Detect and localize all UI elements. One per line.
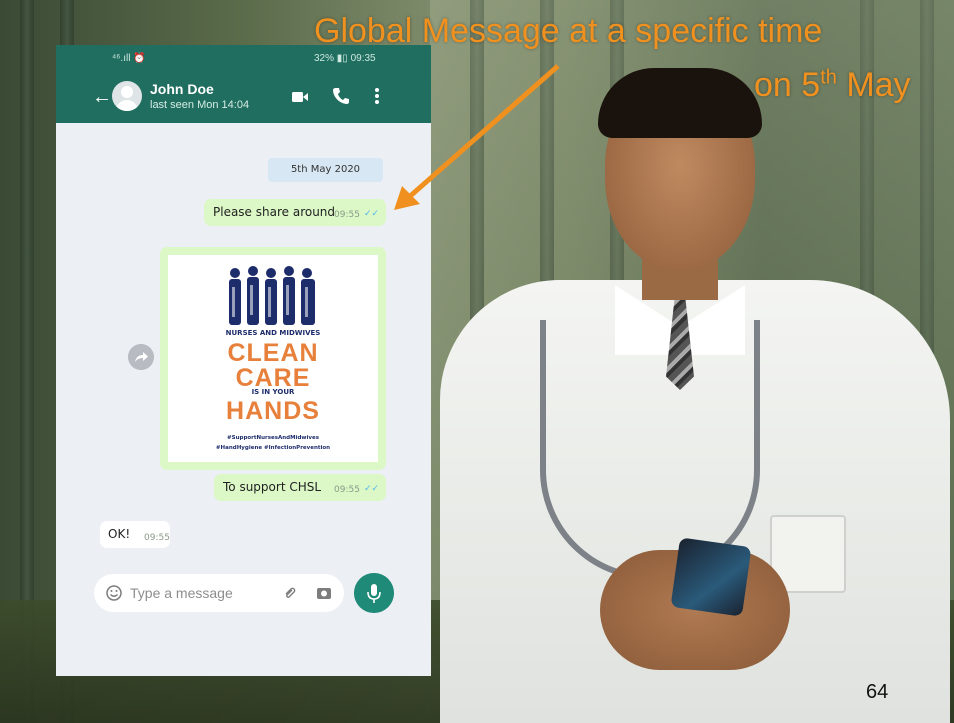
clean-care-poster-image[interactable]: NURSES AND MIDWIVES CLEAN CARE IS IN YOU… — [168, 255, 378, 462]
slide-headline: on 5th May — [754, 66, 911, 105]
camera-icon[interactable] — [316, 585, 332, 601]
read-receipt-icon: ✓✓ — [364, 484, 380, 494]
headline-ordinal: th — [820, 66, 837, 89]
video-call-icon[interactable] — [292, 91, 308, 103]
message-time: 09:55 — [334, 485, 360, 495]
poster-hashtags: #HandHygiene #InfectionPrevention — [215, 445, 331, 451]
message-input[interactable]: Type a message — [130, 585, 233, 601]
poster-is-in-your: IS IN YOUR — [251, 388, 295, 396]
contact-name[interactable]: John Doe — [150, 81, 214, 97]
smartphone — [670, 537, 752, 617]
whatsapp-screenshot: ⁴⁶.ıll ⏰ 32% ▮▯ 09:35 ← John Doe last se… — [56, 45, 431, 676]
message-time: 09:55 — [334, 210, 360, 220]
date-chip: 5th May 2020 — [268, 158, 383, 182]
read-receipt-icon: ✓✓ — [364, 209, 380, 219]
emoji-icon[interactable] — [106, 585, 122, 601]
forward-share-icon[interactable] — [128, 344, 154, 370]
message-text: To support CHSL — [223, 480, 322, 494]
mic-icon[interactable] — [354, 573, 394, 613]
message-bubble-outgoing[interactable]: To support CHSL 09:55 ✓✓ — [214, 474, 386, 501]
doctor-hair — [598, 68, 762, 138]
poster-subtitle: NURSES AND MIDWIVES — [225, 329, 321, 337]
message-bubble-outgoing[interactable]: Please share around 09:55 ✓✓ — [204, 199, 386, 226]
battery-time-status: 32% ▮▯ 09:35 — [314, 53, 376, 64]
message-bubble-incoming[interactable]: OK! 09:55 — [100, 521, 170, 548]
voice-call-icon[interactable] — [332, 87, 350, 105]
back-arrow-icon[interactable]: ← — [92, 85, 112, 109]
chat-header: ← John Doe last seen Mon 14:04 — [56, 73, 431, 123]
last-seen-status: last seen Mon 14:04 — [150, 99, 250, 111]
avatar[interactable] — [112, 81, 142, 111]
attach-icon[interactable] — [282, 585, 298, 601]
poster-hashtags: #SupportNursesAndMidwives — [227, 435, 319, 441]
message-composer[interactable]: Type a message — [94, 574, 344, 612]
page-number: 64 — [866, 681, 889, 703]
headline-month: May — [836, 66, 911, 104]
message-text: OK! — [108, 527, 131, 541]
annotation-arrow-icon — [394, 64, 560, 210]
message-time: 09:55 — [144, 533, 170, 543]
slide-headline: Global Message at a specific time — [314, 12, 823, 50]
poster-word-hands: HANDS — [226, 397, 320, 425]
signal-status: ⁴⁶.ıll ⏰ — [112, 53, 146, 64]
health-workers-illustration — [229, 266, 315, 325]
headline-date: on 5 — [754, 66, 821, 104]
message-text: Please share around — [213, 205, 336, 219]
image-message-bubble[interactable]: NURSES AND MIDWIVES CLEAN CARE IS IN YOU… — [160, 247, 386, 470]
stethoscope — [540, 320, 760, 580]
